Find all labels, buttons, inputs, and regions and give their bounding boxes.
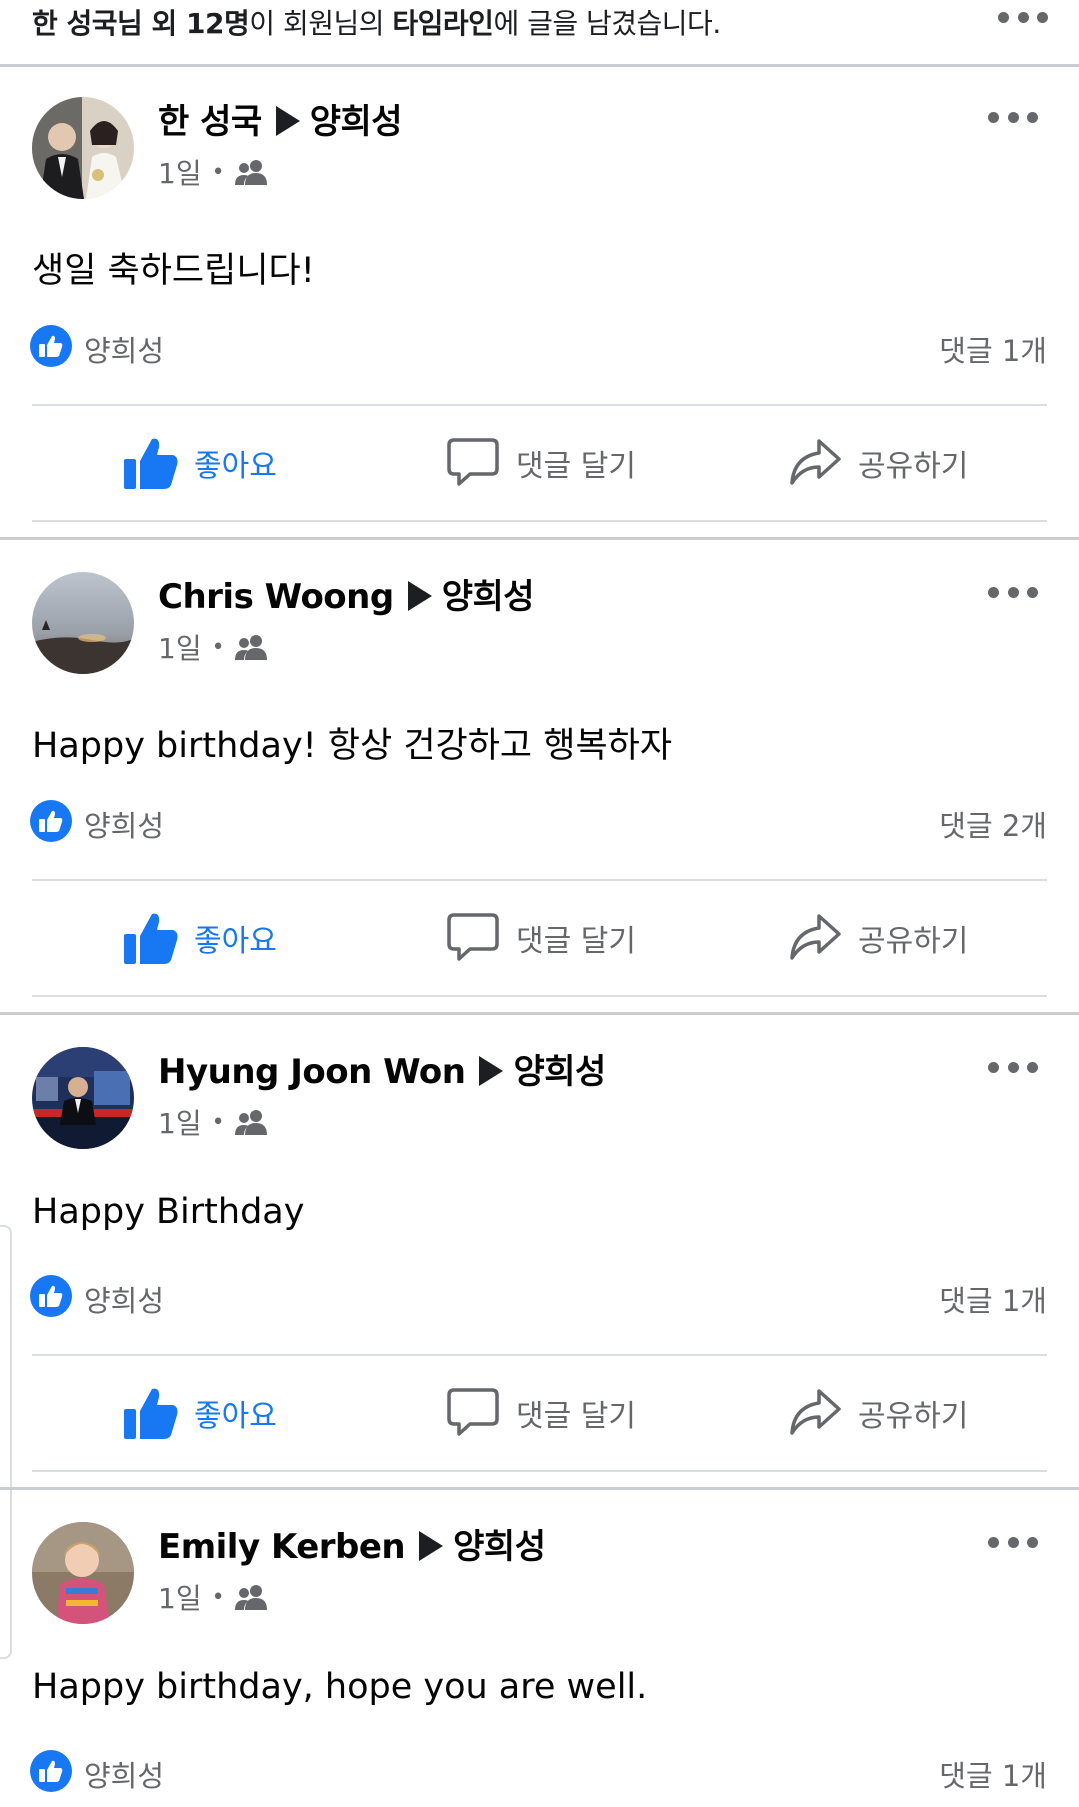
- author-line: 한 성국 양희성: [158, 94, 403, 143]
- share-label: 공유하기: [858, 449, 969, 484]
- arrow-right-icon: [275, 106, 300, 136]
- comment-count[interactable]: 댓글 1개: [939, 1753, 1047, 1795]
- divider: [32, 879, 1047, 881]
- arrow-right-icon: [407, 581, 432, 611]
- target-name[interactable]: 양희성: [513, 1052, 606, 1092]
- notification-text: 한 성국님 외 12명이 회원님의 타임라인에 글을 남겼습니다.: [32, 2, 721, 42]
- post-border: [0, 1487, 1079, 1490]
- author-name[interactable]: Emily Kerben: [158, 1527, 406, 1567]
- thumbs-up-icon: [124, 438, 178, 489]
- post-text: Happy birthday, hope you are well.: [32, 1667, 648, 1707]
- post-time[interactable]: 1일: [158, 627, 202, 667]
- avatar[interactable]: [32, 97, 134, 199]
- like-button[interactable]: 좋아요: [124, 912, 277, 964]
- post-options-icon[interactable]: [988, 1057, 1038, 1077]
- comment-count[interactable]: 댓글 1개: [939, 328, 1047, 370]
- post-text: 생일 축하드립니다!: [32, 251, 315, 291]
- author-name[interactable]: Chris Woong: [158, 577, 394, 617]
- author-line: Chris Woong 양희성: [158, 569, 535, 618]
- target-name[interactable]: 양희성: [453, 1527, 546, 1567]
- friends-icon: [234, 1585, 267, 1610]
- comment-count[interactable]: 댓글 2개: [939, 803, 1047, 845]
- post-text: Happy Birthday: [32, 1192, 305, 1232]
- liker-name[interactable]: 양희성: [84, 803, 164, 845]
- arrow-right-icon: [419, 1531, 444, 1561]
- share-icon: [790, 914, 841, 960]
- like-reaction-icon[interactable]: [30, 1750, 72, 1792]
- divider: [32, 995, 1047, 997]
- author-line: Hyung Joon Won 양희성: [158, 1044, 606, 1093]
- liker-name[interactable]: 양희성: [84, 1278, 164, 1320]
- post-meta: 1일 •: [158, 1102, 269, 1142]
- friends-icon: [234, 160, 267, 185]
- post-options-icon[interactable]: [988, 582, 1038, 602]
- divider: [32, 520, 1047, 522]
- notification-timeline: 타임라인: [392, 7, 494, 40]
- like-reaction-icon[interactable]: [30, 325, 72, 367]
- comment-count[interactable]: 댓글 1개: [939, 1278, 1047, 1320]
- author-line: Emily Kerben 양희성: [158, 1519, 546, 1568]
- friends-icon: [234, 1110, 267, 1135]
- comment-icon: [447, 438, 499, 486]
- post-border: [0, 1012, 1079, 1015]
- author-name[interactable]: 한 성국: [158, 102, 262, 142]
- post-options-icon[interactable]: [988, 107, 1038, 127]
- like-reaction-icon[interactable]: [30, 800, 72, 842]
- like-label: 좋아요: [194, 924, 277, 959]
- comment-label: 댓글 달기: [516, 924, 636, 959]
- liker-name[interactable]: 양희성: [84, 1753, 164, 1795]
- comment-label: 댓글 달기: [516, 449, 636, 484]
- avatar[interactable]: [32, 1522, 134, 1624]
- friends-icon: [234, 635, 267, 660]
- avatar[interactable]: [32, 572, 134, 674]
- share-label: 공유하기: [858, 1399, 969, 1434]
- comment-button[interactable]: 댓글 달기: [446, 1387, 636, 1439]
- share-label: 공유하기: [858, 924, 969, 959]
- share-icon: [790, 439, 841, 485]
- arrow-right-icon: [479, 1056, 504, 1086]
- more-options-icon[interactable]: [998, 7, 1048, 27]
- divider: [32, 404, 1047, 406]
- comment-label: 댓글 달기: [516, 1399, 636, 1434]
- post-time[interactable]: 1일: [158, 1102, 202, 1142]
- share-button[interactable]: 공유하기: [788, 1387, 968, 1439]
- share-button[interactable]: 공유하기: [788, 912, 968, 964]
- divider: [32, 1354, 1047, 1356]
- thumbs-up-icon: [124, 1388, 178, 1439]
- like-label: 좋아요: [194, 449, 277, 484]
- liker-name[interactable]: 양희성: [84, 328, 164, 370]
- notification-actors: 한 성국님 외 12명: [32, 7, 250, 40]
- post-text: Happy birthday! 항상 건강하고 행복하자: [32, 726, 673, 766]
- comment-button[interactable]: 댓글 달기: [446, 912, 636, 964]
- comment-icon: [447, 1388, 499, 1436]
- avatar[interactable]: [32, 1047, 134, 1149]
- post-border: [0, 537, 1079, 540]
- share-button[interactable]: 공유하기: [788, 437, 968, 489]
- notification-end: 에 글을 남겼습니다.: [493, 7, 721, 40]
- comment-button[interactable]: 댓글 달기: [446, 437, 636, 489]
- like-label: 좋아요: [194, 1399, 277, 1434]
- notification-bar[interactable]: 한 성국님 외 12명이 회원님의 타임라인에 글을 남겼습니다.: [0, 0, 1079, 67]
- target-name[interactable]: 양희성: [310, 102, 403, 142]
- post-options-icon[interactable]: [988, 1532, 1038, 1552]
- like-button[interactable]: 좋아요: [124, 1387, 277, 1439]
- thumbs-up-icon: [124, 913, 178, 964]
- comment-icon: [447, 913, 499, 961]
- post-time[interactable]: 1일: [158, 152, 202, 192]
- post-meta: 1일 •: [158, 152, 269, 192]
- share-icon: [790, 1389, 841, 1435]
- author-name[interactable]: Hyung Joon Won: [158, 1052, 466, 1092]
- post-meta: 1일 •: [158, 627, 269, 667]
- notification-mid: 이 회원님의: [249, 7, 393, 40]
- post-time[interactable]: 1일: [158, 1577, 202, 1617]
- target-name[interactable]: 양희성: [442, 577, 535, 617]
- like-reaction-icon[interactable]: [30, 1275, 72, 1317]
- divider: [32, 1470, 1047, 1472]
- post-meta: 1일 •: [158, 1577, 269, 1617]
- scroll-edge: [0, 1225, 12, 1659]
- like-button[interactable]: 좋아요: [124, 437, 277, 489]
